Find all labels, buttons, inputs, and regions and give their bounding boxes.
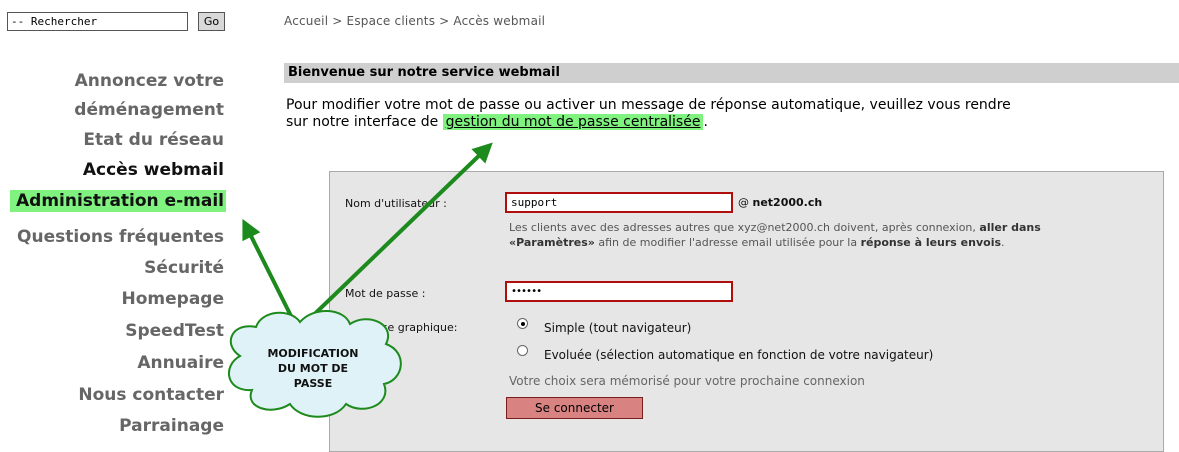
callout-line-2: DU MOT DE (277, 362, 349, 375)
annotation-overlay (228, 142, 493, 418)
callout-line-3: PASSE (293, 377, 333, 390)
arrow-to-link (296, 142, 493, 332)
callout-text: MODIFICATION DU MOT DE PASSE (232, 346, 394, 391)
callout-line-1: MODIFICATION (267, 347, 359, 360)
